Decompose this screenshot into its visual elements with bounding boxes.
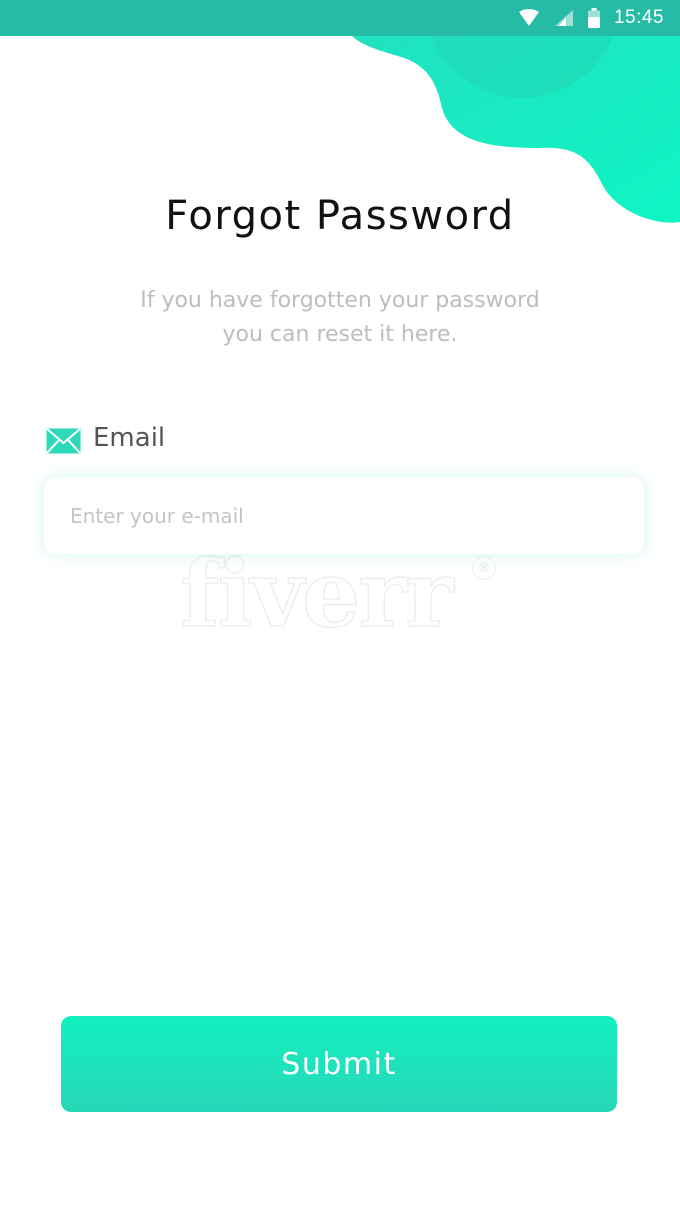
submit-button[interactable]: Submit (61, 1016, 617, 1112)
subtitle-line-1: If you have forgotten your password (140, 288, 540, 313)
email-field-container (44, 477, 644, 554)
email-label: Email (93, 423, 166, 453)
mail-icon (46, 428, 81, 454)
watermark-text: fiverr (179, 540, 454, 648)
status-time: 15:45 (613, 7, 664, 28)
signal-icon (554, 9, 574, 27)
email-input[interactable] (44, 477, 644, 554)
fiverr-watermark: fiverr ® (179, 547, 496, 641)
subtitle-line-2: you can reset it here. (222, 322, 458, 347)
battery-icon (587, 8, 600, 28)
status-bar: 15:45 (0, 0, 680, 36)
page-subtitle: If you have forgotten your password you … (0, 284, 680, 352)
page-title: Forgot Password (165, 193, 515, 239)
wifi-icon (518, 9, 540, 27)
registered-mark: ® (472, 556, 496, 580)
email-label-row: Email (46, 420, 165, 456)
